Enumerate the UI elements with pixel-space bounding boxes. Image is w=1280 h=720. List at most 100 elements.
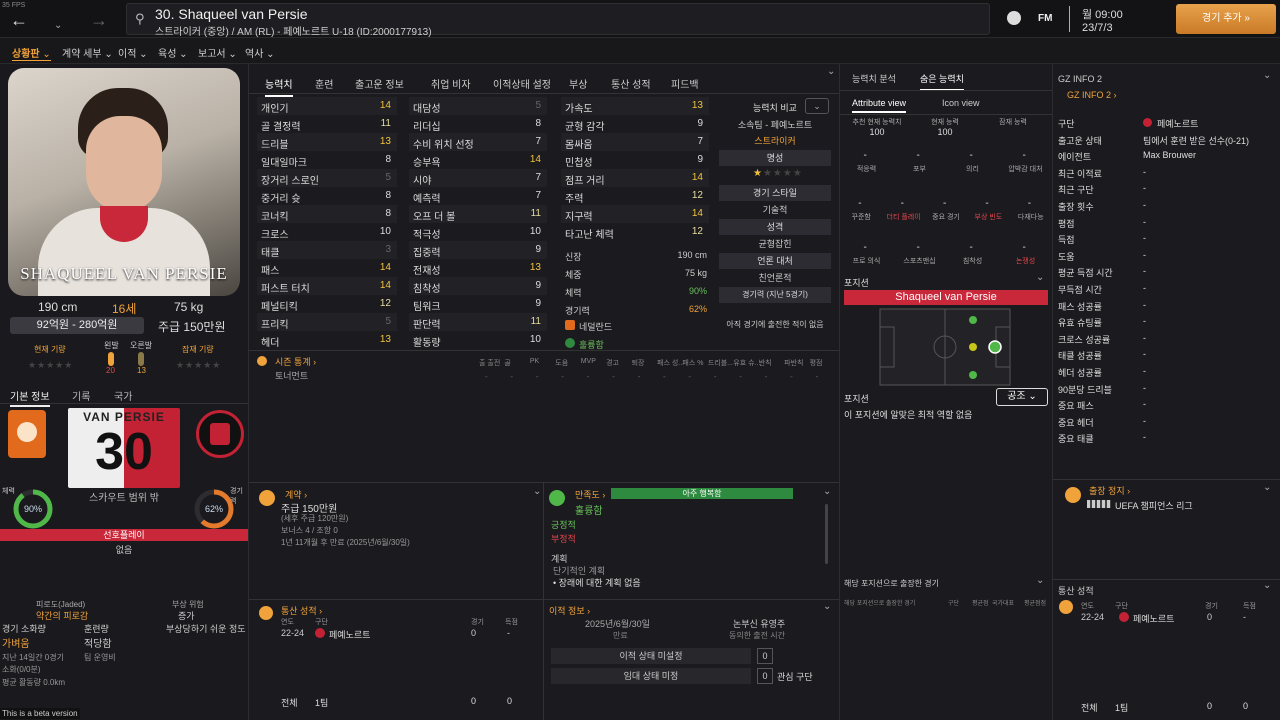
info-row: 중요 태클 - (1053, 429, 1280, 445)
career-right-total-apps: 0 (1207, 701, 1213, 711)
info-row-value[interactable]: 팀에서 훈련 받은 선수(0-21) (1143, 134, 1249, 147)
season-col-header: 유효 슈... (733, 360, 761, 367)
physical-row: 민첩성 9 (561, 151, 709, 169)
reputation-stars: ★★★★★ (753, 168, 803, 179)
transfer-info-title[interactable]: 이적 정보 › (549, 604, 590, 617)
info-row: 패스 성공률 - (1053, 297, 1280, 313)
loan-status-count[interactable]: 0 (757, 668, 773, 684)
info-row: 평균 득점 시간 - (1053, 263, 1280, 279)
attributes-panel: 능력치 훈련 출고운 정보 취업 비자 이적상태 설정 부상 통산 성적 피드백… (249, 64, 839, 720)
interested-clubs[interactable]: 관심 구단 (777, 670, 813, 683)
tab-injury[interactable]: 부상 (569, 76, 587, 91)
career-right-collapse-icon[interactable]: ⌄ (1263, 580, 1271, 591)
position-collapse-icon[interactable]: ⌄ (1036, 272, 1044, 283)
continue-label: 경기 추가 (1202, 13, 1242, 24)
mental-name: 수비 위치 선정 (413, 140, 474, 151)
injury-risk-value: 증가 (178, 611, 195, 621)
technical-row: 코너킥 8 (257, 205, 397, 223)
grid3-label: 침착성 (962, 258, 983, 265)
style-value: 기술적 (762, 205, 788, 215)
collapse-icon[interactable]: ⌄ (827, 66, 835, 77)
date-divider (1069, 6, 1070, 32)
tab-nation[interactable]: 국가 (114, 388, 132, 403)
info-row-label: 구단 (1058, 119, 1075, 129)
search-bar[interactable]: ⚲ 30. Shaqueel van Persie 스트라이커 (중앙) / A… (126, 3, 990, 38)
tab-hidden-attributes[interactable]: 숨은 능력치 (920, 72, 964, 91)
transfer-collapse-icon[interactable]: ⌄ (823, 601, 831, 612)
tab-club-info[interactable]: 출고운 정보 (355, 76, 404, 91)
fm-logo[interactable]: FM (1038, 13, 1052, 24)
info-row-label: 득점 (1058, 235, 1075, 246)
info-link[interactable]: GZ INFO 2 › (1067, 90, 1117, 100)
career-right-year: 22-24 (1081, 612, 1105, 622)
info-row-value[interactable]: 페예노르트 (1157, 117, 1198, 130)
search-icon: ⚲ (135, 11, 145, 26)
season-stats-title[interactable]: 시즌 통계 › (275, 355, 316, 368)
technical-value: 3 (385, 244, 391, 255)
technical-name: 태클 (261, 248, 280, 259)
recommended-ability-value: 100 (869, 127, 885, 137)
subnav-history[interactable]: 역사 ⌄ (245, 45, 275, 60)
mental-name: 대담성 (413, 104, 441, 115)
subnav-reports[interactable]: 보고서 ⌄ (198, 45, 237, 60)
position-col-header: 국가대표 (992, 601, 1015, 607)
technical-row: 태클 3 (257, 241, 397, 259)
personality-value: 균형잡힌 (758, 239, 792, 249)
career-right-club[interactable]: 페예노르트 (1133, 612, 1174, 625)
info-row-value: - (1143, 299, 1146, 310)
reputation-label: 명성 (719, 150, 831, 166)
role-dropdown[interactable]: 공조 ⌄ (996, 388, 1048, 406)
happiness-collapse-icon[interactable]: ⌄ (823, 486, 831, 497)
info-row-label: 유효 슈팅률 (1058, 318, 1102, 329)
compare-dropdown[interactable]: ⌄ (805, 98, 829, 114)
back-icon[interactable]: ← (10, 10, 28, 31)
continue-button[interactable]: 경기 추가 » (1176, 4, 1276, 34)
subnav-history-label: 역사 (245, 49, 264, 60)
tab-records[interactable]: 기록 (72, 388, 90, 403)
technical-name: 중거리 슛 (261, 194, 301, 205)
info-row: 출고운 상태 팀에서 훈련 받은 선수(0-21) (1053, 131, 1280, 147)
matches-collapse-icon[interactable]: ⌄ (1036, 575, 1044, 586)
suspension-collapse-icon[interactable]: ⌄ (1263, 482, 1271, 493)
tab-ability-analysis[interactable]: 능력치 분석 (852, 72, 896, 85)
tab-basic-info[interactable]: 기본 정보 (10, 388, 50, 407)
subnav-development[interactable]: 육성 ⌄ (158, 45, 188, 60)
nation-name[interactable]: 네덜란드 (579, 320, 612, 333)
suspension-title[interactable]: 출장 정지 › (1089, 484, 1130, 497)
tab-career[interactable]: 통산 성적 (611, 76, 651, 91)
tab-divider (0, 403, 248, 404)
subnav-overview[interactable]: 상황판 ⌄ (12, 45, 51, 61)
tab-icon-view[interactable]: Icon view (942, 98, 980, 108)
attr-tab-divider (249, 93, 839, 94)
mental-row: 팀워크 9 (409, 295, 547, 313)
mental-name: 적극성 (413, 230, 441, 241)
detail-fitness-value: 90% (688, 286, 707, 296)
tab-transfer-status[interactable]: 이적상태 설정 (493, 76, 551, 91)
subnav-transfer[interactable]: 이적 ⌄ (118, 45, 148, 60)
career-club[interactable]: 페예노르트 (329, 628, 370, 641)
info-collapse-icon[interactable]: ⌄ (1263, 70, 1271, 81)
info-row: 크로스 성공률 - (1053, 330, 1280, 346)
player-height: 190 cm (38, 300, 78, 314)
forward-icon[interactable]: → (90, 10, 108, 31)
info-row-value: - (1143, 415, 1146, 426)
transfer-status-count[interactable]: 0 (757, 648, 773, 664)
happiness-title[interactable]: 만족도 › (575, 488, 605, 501)
career-title[interactable]: 통산 성적 › (281, 604, 322, 617)
career-goals-label: 득점 (505, 619, 518, 626)
mental-row: 전재성 13 (409, 259, 547, 277)
contract-collapse-icon[interactable]: ⌄ (533, 486, 541, 497)
player-name-overlay: SHAQUEEL VAN PERSIE (20, 264, 228, 283)
info-row: 득점 - (1053, 230, 1280, 246)
info-row-value[interactable]: Max Brouwer (1143, 150, 1196, 160)
tab-attribute-view[interactable]: Attribute view (852, 98, 907, 113)
sub-navigation: 상황판 ⌄ 계약 세부 ⌄ 이적 ⌄ 육성 ⌄ 보고서 ⌄ 역사 ⌄ (0, 38, 1280, 64)
club-badge-icon[interactable] (1007, 11, 1021, 25)
tab-work-permit[interactable]: 취업 비자 (431, 76, 471, 91)
tab-feedback[interactable]: 피드백 (671, 76, 699, 91)
history-dropdown-icon[interactable]: ⌄ (54, 20, 62, 31)
subnav-contract[interactable]: 계약 세부 ⌄ (62, 45, 113, 60)
mental-row: 오프 더 볼 11 (409, 205, 547, 223)
tab-training[interactable]: 훈련 (315, 76, 333, 91)
happiness-scrollbar[interactable] (825, 504, 828, 564)
